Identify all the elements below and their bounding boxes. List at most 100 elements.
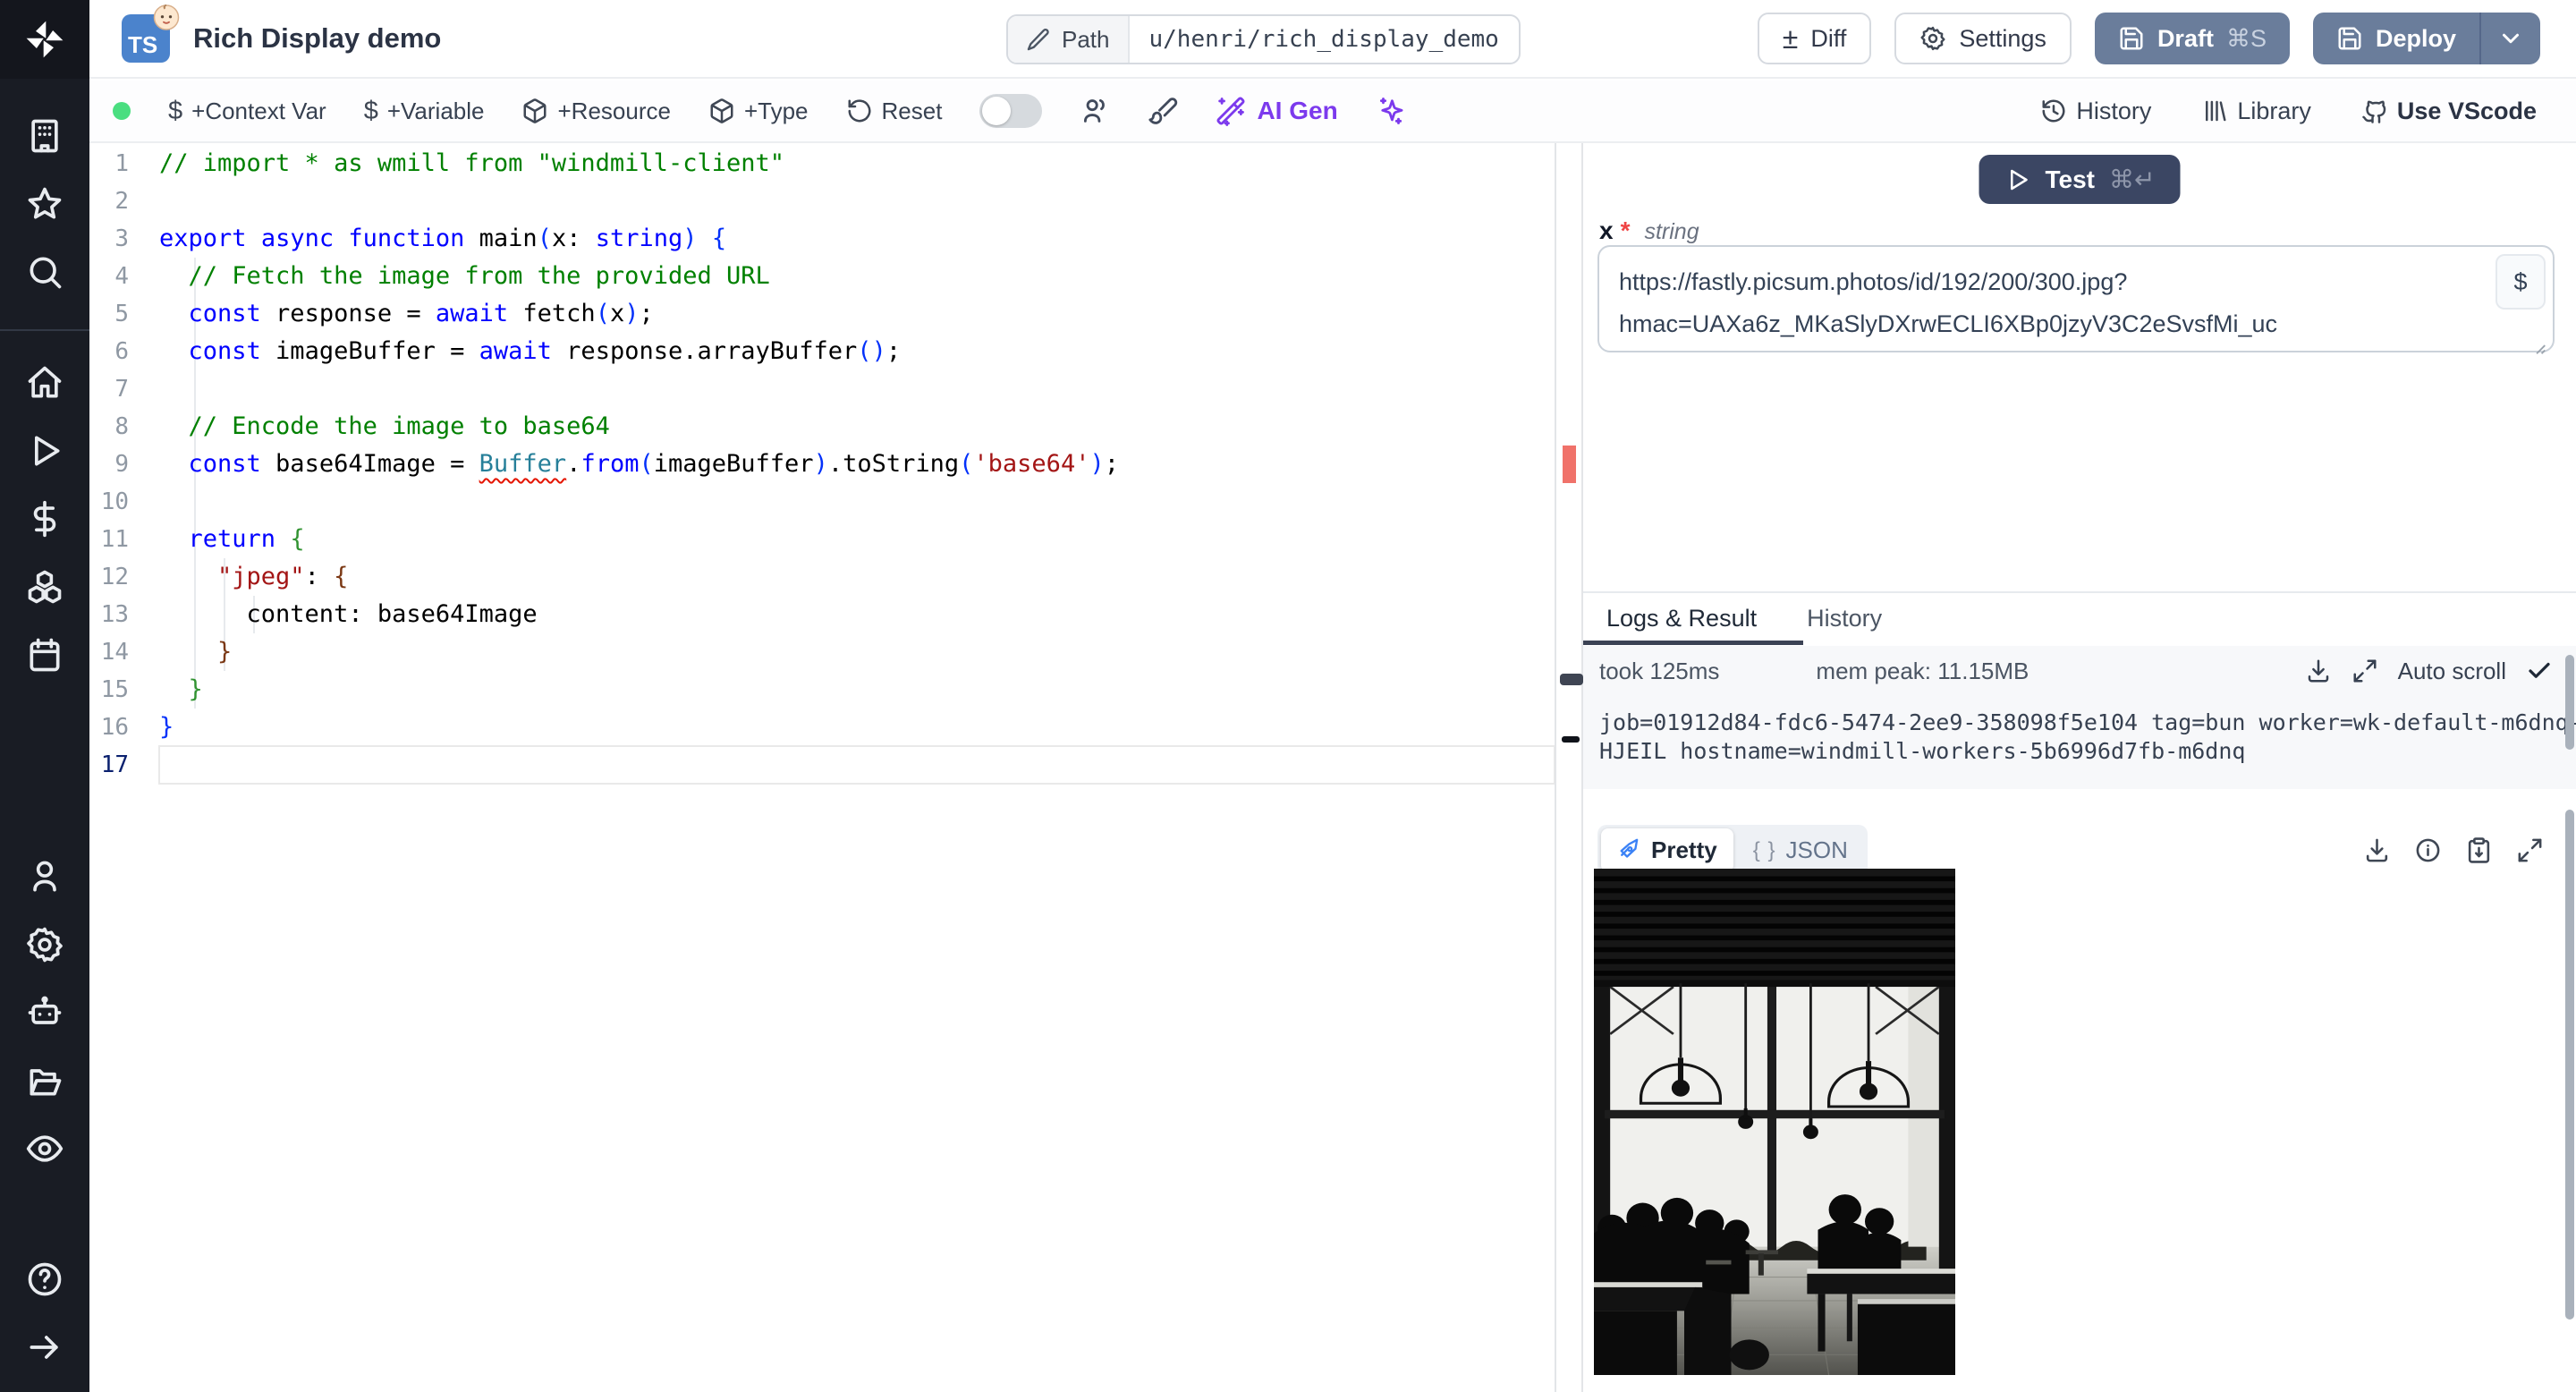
code-line[interactable]: 8 // Encode the image to base64 <box>89 408 1555 446</box>
code-line[interactable]: 7 <box>89 370 1555 408</box>
code-line[interactable]: 15 } <box>89 671 1555 709</box>
arrow-right-icon <box>30 1336 58 1359</box>
maximize-icon[interactable] <box>2516 836 2544 864</box>
ai-sparkles-button[interactable] <box>1376 96 1406 126</box>
path-label-part: Path <box>1008 16 1130 63</box>
reset-label: Reset <box>881 97 943 124</box>
package-icon <box>523 98 547 123</box>
windmill-logo[interactable] <box>0 0 89 79</box>
sidebar-item-resources[interactable] <box>0 553 89 621</box>
add-context-var-label: +Context Var <box>191 97 326 124</box>
path-chip[interactable]: Path u/henri/rich_display_demo <box>1006 14 1521 64</box>
sidebar-item-runs[interactable] <box>0 417 89 485</box>
code-line[interactable]: 16} <box>89 709 1555 746</box>
sidebar-item-help[interactable] <box>0 1245 89 1313</box>
sidebar-item-search[interactable] <box>0 238 89 306</box>
code-line[interactable]: 13 content: base64Image <box>89 596 1555 633</box>
ai-gen-button[interactable]: AI Gen <box>1216 96 1338 126</box>
deploy-dropdown-button[interactable] <box>2481 13 2540 64</box>
sidebar-item-folders[interactable] <box>0 1047 89 1115</box>
sidebar-item-home[interactable] <box>0 349 89 417</box>
line-number: 14 <box>100 639 129 666</box>
code-text: // import * as wmill from "windmill-clie… <box>159 149 784 177</box>
user-icon <box>33 861 56 892</box>
use-vscode-label: Use VScode <box>2396 97 2537 124</box>
mem-peak: mem peak: 11.15MB <box>1816 657 2029 684</box>
logs-scrollbar[interactable] <box>2565 655 2574 750</box>
library-button[interactable]: Library <box>2201 98 2311 125</box>
multiplayer-users-button[interactable] <box>1080 96 1110 126</box>
check-icon[interactable] <box>2526 658 2553 684</box>
boxes-icon <box>28 570 62 604</box>
add-resource-button[interactable]: +Resource <box>521 98 671 125</box>
code-line[interactable]: 14 } <box>89 633 1555 671</box>
expand-icon[interactable] <box>2351 658 2378 684</box>
clipboard-copy-icon[interactable] <box>2465 836 2493 864</box>
download-icon[interactable] <box>2363 836 2391 864</box>
sidebar-item-favorites[interactable] <box>0 170 89 238</box>
users-icon <box>1084 98 1106 123</box>
sidebar-divider <box>0 329 89 331</box>
json-view-tab[interactable]: { } JSON <box>1737 830 1864 870</box>
code-line[interactable]: 11 return { <box>89 521 1555 558</box>
overview-ruler[interactable] <box>1555 143 1581 1392</box>
code-line[interactable]: 12 "jpeg": { <box>89 558 1555 596</box>
draft-button-label: Draft <box>2157 24 2214 52</box>
sidebar-item-account[interactable] <box>0 843 89 911</box>
sidebar-item-schedules[interactable] <box>0 621 89 689</box>
multiplayer-toggle[interactable] <box>979 94 1043 128</box>
code-line[interactable]: 4 // Fetch the image from the provided U… <box>89 258 1555 295</box>
code-lines: 1 // import * as wmill from "windmill-cli… <box>89 143 1555 785</box>
sidebar-item-workspace[interactable] <box>0 102 89 170</box>
add-variable-button[interactable]: $ +Variable <box>364 97 485 126</box>
splitter-drag-handle[interactable] <box>1562 736 1580 743</box>
info-icon[interactable] <box>2414 836 2442 864</box>
pretty-view-tab[interactable]: Pretty <box>1601 828 1733 872</box>
sidebar-item-workers[interactable] <box>0 979 89 1047</box>
settings-button[interactable]: Settings <box>1894 13 2072 64</box>
sidebar-item-expand[interactable] <box>0 1313 89 1381</box>
eye-icon <box>26 1135 64 1162</box>
code-line[interactable]: 10 <box>89 483 1555 521</box>
insert-variable-button[interactable]: $ <box>2496 254 2546 310</box>
format-code-button[interactable] <box>1148 96 1178 126</box>
job-log-line1: job=01912d84-fdc6-5474-2ee9-358098f5e104… <box>1599 709 2576 735</box>
deploy-button-label: Deploy <box>2375 24 2456 52</box>
code-line[interactable]: 17 <box>89 745 1555 785</box>
ai-gen-label: AI Gen <box>1257 97 1338 124</box>
deploy-button[interactable]: Deploy <box>2313 13 2479 64</box>
code-line[interactable]: 6 const imageBuffer = await response.arr… <box>89 333 1555 370</box>
play-icon <box>2011 169 2028 190</box>
draft-button[interactable]: Draft ⌘S <box>2094 13 2290 64</box>
code-text: } <box>188 675 203 703</box>
tab-logs-result[interactable]: Logs & Result <box>1606 605 1757 632</box>
tab-history[interactable]: History <box>1807 605 1882 632</box>
code-line[interactable]: 9 const base64Image = Buffer.from(imageB… <box>89 446 1555 483</box>
active-tab-underline <box>1583 641 1803 645</box>
reset-button[interactable]: Reset <box>846 97 943 125</box>
code-editor[interactable]: 1 // import * as wmill from "windmill-cli… <box>89 143 1581 1392</box>
add-type-button[interactable]: +Type <box>708 98 809 125</box>
diff-button[interactable]: ± Diff <box>1757 13 1872 64</box>
divider-drag-handle[interactable] <box>1560 674 1583 685</box>
sidebar-item-settings[interactable] <box>0 911 89 979</box>
sidebar-item-variables[interactable] <box>0 485 89 553</box>
code-line[interactable]: 3 export async function main(x: string) { <box>89 220 1555 258</box>
history-button[interactable]: History <box>2040 98 2151 125</box>
result-scrollbar[interactable] <box>2565 810 2574 1320</box>
code-line[interactable]: 1 // import * as wmill from "windmill-cli… <box>89 145 1555 182</box>
download-icon[interactable] <box>2305 658 2332 684</box>
sidebar-item-audit[interactable] <box>0 1115 89 1183</box>
code-line[interactable]: 2 <box>89 182 1555 220</box>
argument-input[interactable]: https://fastly.picsum.photos/id/192/200/… <box>1597 245 2555 354</box>
code-line[interactable]: 5 const response = await fetch(x); <box>89 295 1555 333</box>
test-button[interactable]: Test ⌘↵ <box>1979 155 2181 204</box>
pretty-tab-label: Pretty <box>1651 836 1717 863</box>
use-vscode-button[interactable]: Use VScode <box>2361 98 2537 125</box>
toggle-knob <box>982 97 1012 125</box>
history-clock-icon <box>2042 99 2065 123</box>
resize-grip[interactable] <box>2528 327 2547 354</box>
editor-toolbar: $ +Context Var $ +Variable +Resource +Ty… <box>89 81 2576 143</box>
add-context-var-button[interactable]: $ +Context Var <box>168 97 326 126</box>
